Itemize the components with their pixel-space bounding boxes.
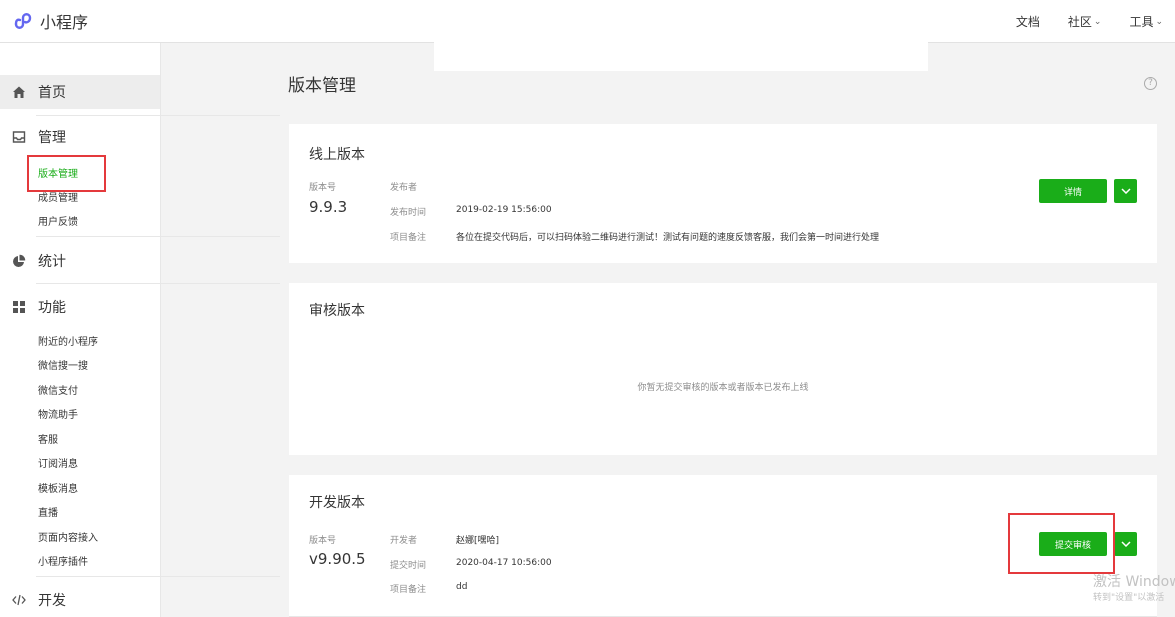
sidebar-item-home-label: 首页 [38, 85, 66, 101]
sidebar-group-features: 功能 [0, 290, 160, 324]
pie-chart-icon [13, 254, 26, 267]
help-icon[interactable]: ? [1144, 77, 1157, 90]
chevron-down-icon [1120, 541, 1131, 547]
grid-icon [13, 301, 25, 313]
sidebar-item-wechat-pay[interactable]: 微信支付 [38, 382, 78, 397]
nav-docs[interactable]: 文档 [1016, 13, 1040, 30]
page-title: 版本管理 [288, 76, 356, 96]
logo-text: 小程序 [40, 13, 89, 32]
highlight-box [27, 155, 106, 192]
sidebar-item-live[interactable]: 直播 [38, 504, 58, 519]
version-number: 9.9.3 [309, 198, 348, 216]
developer-value: 赵娜[嘿哈] [456, 536, 500, 546]
sidebar-item-wechat-search[interactable]: 微信搜一搜 [38, 357, 88, 372]
divider [36, 115, 280, 116]
developer-label: 开发者 [390, 536, 418, 546]
chevron-down-icon [1120, 188, 1131, 194]
top-nav: 文档 社区 ⌄ 工具 ⌄ [988, 13, 1163, 30]
sidebar-item-stats-label: 统计 [38, 254, 66, 270]
sidebar-item-stats[interactable]: 统计 [0, 244, 160, 278]
publish-time-label: 发布时间 [390, 208, 427, 218]
sidebar-item-plugins[interactable]: 小程序插件 [38, 553, 88, 568]
note-value: dd [456, 582, 468, 592]
logo[interactable]: 小程序 [12, 9, 88, 33]
nav-community[interactable]: 社区 ⌄ [1068, 13, 1102, 30]
card-title: 开发版本 [309, 495, 365, 511]
sidebar: 首页 管理 版本管理 成员管理 用户反馈 统计 功能 附近的小程序 微信搜一搜 … [0, 43, 280, 617]
sidebar-item-page-content[interactable]: 页面内容接入 [38, 529, 98, 544]
sidebar-item-dev-label: 开发 [38, 593, 66, 609]
version-label: 版本号 [309, 536, 337, 546]
review-version-card: 审核版本 你暂无提交审核的版本或者版本已发布上线 [289, 283, 1157, 455]
detail-button[interactable]: 详情 [1039, 179, 1107, 203]
submit-time-value: 2020-04-17 10:56:00 [456, 558, 552, 568]
note-value: 各位在提交代码后，可以扫码体验二维码进行测试！测试有问题的速度反馈客服，我们会第… [456, 233, 880, 243]
card-title: 线上版本 [309, 147, 365, 163]
empty-message: 你暂无提交审核的版本或者版本已发布上线 [637, 383, 809, 393]
sidebar-item-user-feedback[interactable]: 用户反馈 [38, 213, 78, 228]
sidebar-group-manage: 管理 [0, 120, 160, 154]
sidebar-item-nearby[interactable]: 附近的小程序 [38, 333, 98, 348]
publisher-label: 发布者 [390, 183, 418, 193]
code-icon [12, 594, 26, 606]
sidebar-item-subscribe-message[interactable]: 订阅消息 [38, 455, 78, 470]
chevron-down-icon: ⌄ [1093, 16, 1102, 27]
nav-tools-label: 工具 [1129, 15, 1154, 29]
divider [36, 576, 280, 577]
sidebar-item-logistics[interactable]: 物流助手 [38, 406, 78, 421]
publish-time-value: 2019-02-19 15:56:00 [456, 205, 552, 215]
activation-watermark-title: 激活 Windows [1093, 574, 1175, 590]
card-title: 审核版本 [309, 303, 365, 319]
nav-community-label: 社区 [1067, 15, 1092, 29]
blank-panel [434, 0, 928, 71]
version-label: 版本号 [309, 183, 337, 193]
version-number: v9.90.5 [309, 550, 366, 568]
nav-docs-label: 文档 [1015, 15, 1040, 29]
online-version-card: 线上版本 版本号 9.9.3 发布者 发布时间 2019-02-19 15:56… [289, 124, 1157, 263]
submit-time-label: 提交时间 [390, 561, 427, 571]
miniprogram-logo-icon [14, 13, 32, 29]
dev-more-button[interactable] [1114, 532, 1137, 556]
sidebar-item-template-message[interactable]: 模板消息 [38, 480, 78, 495]
online-more-button[interactable] [1114, 179, 1137, 203]
note-label: 项目备注 [390, 233, 427, 243]
divider [36, 283, 280, 284]
home-icon [13, 86, 25, 98]
inbox-icon [12, 131, 26, 143]
sidebar-group-manage-label: 管理 [38, 130, 66, 146]
sidebar-item-dev[interactable]: 开发 [0, 583, 160, 617]
note-label: 项目备注 [390, 585, 427, 595]
sidebar-item-home[interactable]: 首页 [0, 75, 160, 109]
nav-tools[interactable]: 工具 ⌄ [1129, 13, 1163, 30]
activation-watermark-subtitle: 转到"设置"以激活 [1093, 593, 1165, 603]
divider [36, 236, 280, 237]
highlight-box [1008, 513, 1115, 574]
sidebar-item-customer-service[interactable]: 客服 [38, 431, 58, 446]
sidebar-group-features-label: 功能 [38, 300, 66, 316]
chevron-down-icon: ⌄ [1155, 16, 1163, 27]
